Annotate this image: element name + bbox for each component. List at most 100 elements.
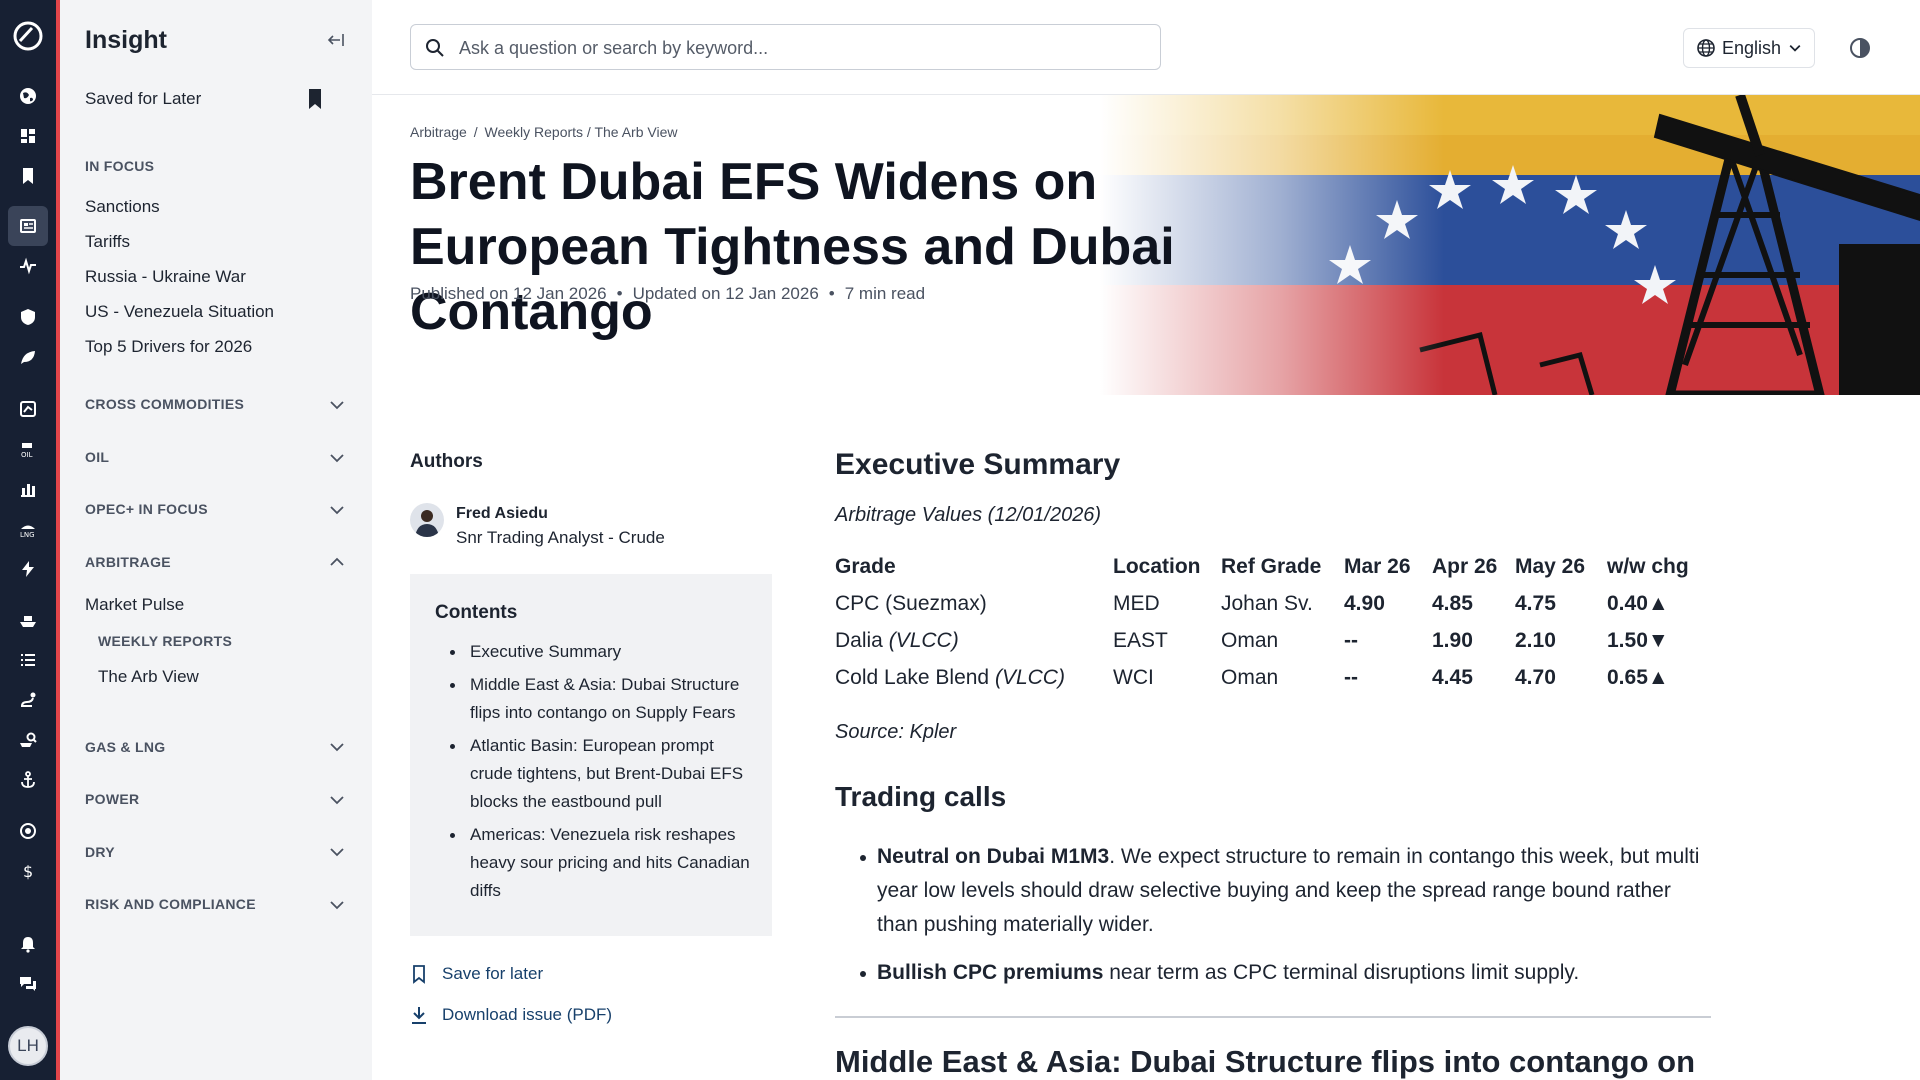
ref-grade-cell: Oman <box>1221 665 1279 689</box>
table-source: Source: Kpler <box>835 721 957 743</box>
author-name[interactable]: Fred Asiedu <box>456 505 548 523</box>
chevron-down-icon[interactable] <box>328 501 346 519</box>
contents-item[interactable]: Middle East & Asia: Dubai Structure flip… <box>447 671 757 727</box>
breadcrumb-arbitrage[interactable]: Arbitrage <box>410 124 467 140</box>
bookmark-filled-icon[interactable] <box>304 87 326 111</box>
published-date: Published on 12 Jan 2026 <box>410 284 607 303</box>
column-header: May 26 <box>1515 555 1586 578</box>
search-icon <box>426 39 444 57</box>
collapse-sidebar-icon[interactable] <box>326 30 346 50</box>
sidebar-item-russia-ukraine[interactable]: Russia - Ukraine War <box>85 267 246 287</box>
risk-radar-icon[interactable] <box>14 817 42 845</box>
bookmark-outline-icon <box>413 965 425 984</box>
section-risk-compliance[interactable]: RISK AND COMPLIANCE <box>85 896 256 912</box>
may-cell: 2.10 <box>1515 628 1556 652</box>
table-caption: Arbitrage Values (12/01/2026) <box>835 504 1102 526</box>
section-dry[interactable]: DRY <box>85 844 115 860</box>
contents-panel: Contents Executive Summary Middle East &… <box>410 574 772 936</box>
sidebar-subsection-weekly-reports[interactable]: WEEKLY REPORTS <box>98 633 232 649</box>
save-for-later-label: Save for later <box>442 964 544 983</box>
mar-cell: -- <box>1344 665 1358 689</box>
ship-icon[interactable] <box>14 606 42 634</box>
contents-item[interactable]: Americas: Venezuela risk reshapes heavy … <box>447 821 757 905</box>
sidebar-item-sanctions[interactable]: Sanctions <box>85 197 160 217</box>
power-icon[interactable] <box>14 555 42 583</box>
executive-summary-heading: Executive Summary <box>835 448 1121 481</box>
section-opec[interactable]: OPEC+ IN FOCUS <box>85 501 208 517</box>
search-bar[interactable] <box>410 24 1161 70</box>
chevron-down-icon[interactable] <box>328 791 346 809</box>
chevron-down-icon[interactable] <box>328 896 346 914</box>
wow-change-cell: 0.40▲ <box>1607 591 1669 615</box>
grade-vessel: (VLCC) <box>994 665 1065 689</box>
sidebar-item-top-5-drivers[interactable]: Top 5 Drivers for 2026 <box>85 337 252 357</box>
chevron-down-icon[interactable] <box>328 396 346 414</box>
sidebar-item-market-pulse[interactable]: Market Pulse <box>85 595 184 615</box>
search-input[interactable] <box>459 35 1139 61</box>
contents-heading: Contents <box>435 602 518 623</box>
dashboard-icon[interactable] <box>14 122 42 150</box>
list-icon[interactable] <box>14 646 42 674</box>
commodities-icon[interactable] <box>14 395 42 423</box>
chevron-down-icon[interactable] <box>328 843 346 861</box>
pulse-icon[interactable] <box>14 252 42 280</box>
leaf-icon[interactable] <box>14 343 42 371</box>
sidebar-item-saved-for-later[interactable]: Saved for Later <box>85 89 201 109</box>
news-icon[interactable] <box>8 206 48 246</box>
notification-bell-icon[interactable] <box>14 930 42 958</box>
grade-name: Cold Lake Blend <box>835 665 995 689</box>
sidebar-item-arb-view[interactable]: The Arb View <box>98 667 199 687</box>
trading-call-title: Neutral on Dubai M1M3 <box>877 845 1110 868</box>
route-icon[interactable] <box>14 686 42 714</box>
sidebar-item-us-venezuela[interactable]: US - Venezuela Situation <box>85 302 274 322</box>
breadcrumb-weekly-reports-arb-view[interactable]: Weekly Reports / The Arb View <box>484 124 677 140</box>
globe-icon <box>1697 39 1715 57</box>
section-power[interactable]: POWER <box>85 791 139 807</box>
section-arbitrage[interactable]: ARBITRAGE <box>85 554 171 570</box>
bookmark-icon[interactable] <box>14 162 42 190</box>
trading-calls-list: Neutral on Dubai M1M3. We expect structu… <box>835 840 1715 1004</box>
chevron-up-icon[interactable] <box>328 553 346 571</box>
theme-toggle-icon[interactable] <box>1848 36 1872 60</box>
oil-icon[interactable]: OIL <box>14 435 42 463</box>
vessel-search-icon[interactable] <box>14 726 42 754</box>
may-cell: 4.70 <box>1515 665 1556 689</box>
chevron-down-icon[interactable] <box>328 738 346 756</box>
lng-icon[interactable]: LNG <box>14 515 42 543</box>
table-row: Dalia (VLCC) EAST Oman -- 1.90 2.10 1.50… <box>835 622 1697 659</box>
grade-cell: CPC (Suezmax) <box>835 585 1113 622</box>
anchor-icon[interactable] <box>14 766 42 794</box>
icon-rail: OIL LNG $ LH <box>0 0 56 1080</box>
dollar-icon[interactable]: $ <box>14 857 42 885</box>
sidebar-item-tariffs[interactable]: Tariffs <box>85 232 130 252</box>
chevron-down-icon[interactable] <box>328 449 346 467</box>
trading-call-title: Bullish CPC premiums <box>877 961 1104 984</box>
author-avatar[interactable] <box>410 503 444 537</box>
section-gas-lng[interactable]: GAS & LNG <box>85 739 165 755</box>
contents-item[interactable]: Executive Summary <box>447 638 757 666</box>
trading-call-item: Bullish CPC premiums near term as CPC te… <box>835 956 1715 990</box>
download-pdf-link[interactable]: Download issue (PDF) <box>410 1005 612 1025</box>
bar-chart-icon[interactable] <box>14 475 42 503</box>
section-divider <box>835 1016 1711 1018</box>
section-oil[interactable]: OIL <box>85 449 109 465</box>
column-header: Grade <box>835 555 896 578</box>
breadcrumb-separator: / <box>473 124 478 140</box>
ref-grade-cell: Oman <box>1221 628 1279 652</box>
language-selector[interactable]: English <box>1683 28 1815 68</box>
svg-text:$: $ <box>23 862 33 881</box>
section-cross-commodities[interactable]: CROSS COMMODITIES <box>85 396 244 412</box>
grade-name: CPC (Suezmax) <box>835 591 987 615</box>
column-header: w/w chg <box>1607 555 1689 578</box>
contents-item[interactable]: Atlantic Basin: European prompt crude ti… <box>447 732 757 816</box>
save-for-later-link[interactable]: Save for later <box>410 964 543 984</box>
shield-icon[interactable] <box>14 303 42 331</box>
chat-icon[interactable] <box>14 970 42 998</box>
trading-call-item: Neutral on Dubai M1M3. We expect structu… <box>835 840 1715 942</box>
app-logo-icon[interactable] <box>12 20 44 52</box>
globe-icon[interactable] <box>14 82 42 110</box>
grade-cell: Cold Lake Blend (VLCC) <box>835 659 1113 696</box>
article-meta: Published on 12 Jan 2026 • Updated on 12 J… <box>410 284 925 304</box>
middle-east-asia-heading: Middle East & Asia: Dubai Structure flip… <box>835 1044 1696 1079</box>
user-avatar[interactable]: LH <box>8 1026 48 1066</box>
